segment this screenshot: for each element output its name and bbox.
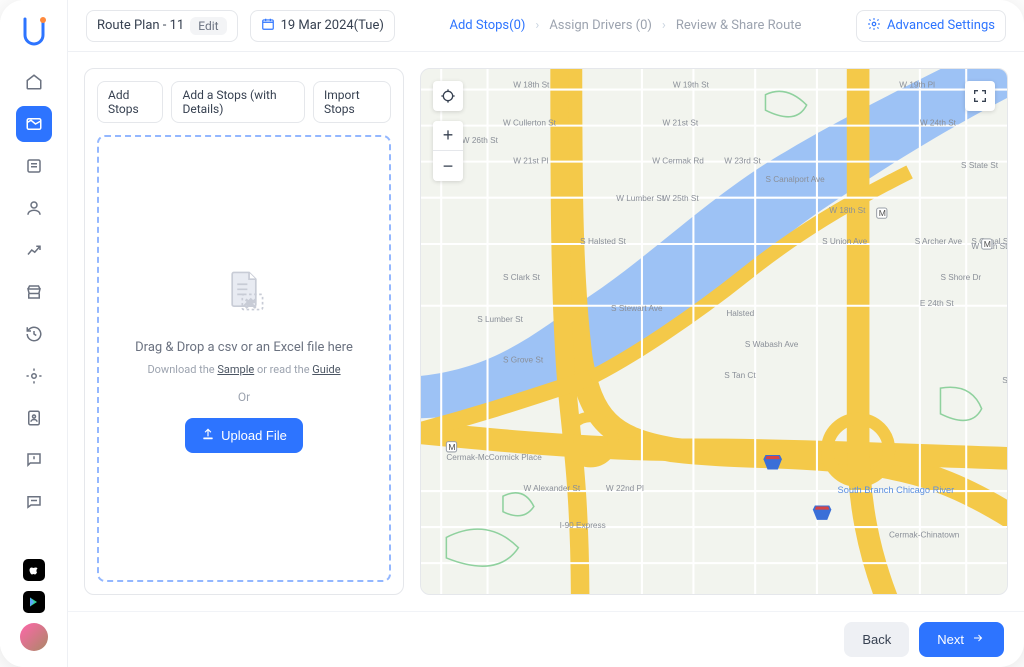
breadcrumbs: Add Stops(0) › Assign Drivers (0) › Revi…: [407, 18, 844, 33]
guide-link[interactable]: Guide: [312, 363, 340, 376]
svg-text:W 21st St: W 21st St: [663, 119, 699, 128]
next-label: Next: [937, 632, 964, 647]
map-canvas[interactable]: W 18th St W 19th St W 19th Pl W Cullerton S…: [421, 69, 1007, 594]
app-logo: [18, 16, 50, 48]
nav-store[interactable]: [16, 274, 52, 310]
nav-chat[interactable]: [16, 484, 52, 520]
svg-text:W 26th St: W 26th St: [462, 136, 499, 145]
document-upload-icon: [217, 264, 271, 322]
sample-link[interactable]: Sample: [217, 363, 254, 376]
tab-import-stops[interactable]: Import Stops: [313, 81, 391, 123]
map-locate-button[interactable]: [433, 81, 463, 111]
nav-user[interactable]: [16, 190, 52, 226]
nav-routes[interactable]: [16, 106, 52, 142]
svg-text:S Wabash Ave: S Wabash Ave: [745, 340, 799, 349]
next-button[interactable]: Next: [919, 622, 1004, 657]
svg-text:S Clark St: S Clark St: [503, 273, 541, 282]
svg-text:S Stewart Ave: S Stewart Ave: [611, 304, 663, 313]
advanced-settings-button[interactable]: Advanced Settings: [856, 10, 1006, 42]
svg-text:W 19th Pl: W 19th Pl: [899, 81, 935, 90]
svg-text:M: M: [448, 443, 455, 453]
svg-text:W 18th St: W 18th St: [513, 81, 550, 90]
svg-text:W 25th St: W 25th St: [663, 194, 700, 203]
date-chip[interactable]: 19 Mar 2024(Tue): [250, 10, 395, 42]
upload-icon: [201, 427, 215, 444]
nav-locate[interactable]: [16, 358, 52, 394]
nav-home[interactable]: [16, 64, 52, 100]
app-store-badge[interactable]: [23, 559, 45, 581]
svg-text:W 21st Pl: W 21st Pl: [513, 157, 548, 166]
svg-text:M: M: [879, 209, 886, 219]
svg-text:S Archer Ave: S Archer Ave: [915, 237, 963, 246]
svg-text:W 18th St: W 18th St: [829, 206, 866, 215]
play-store-badge[interactable]: [23, 591, 45, 613]
svg-text:I-90 Express: I-90 Express: [560, 521, 606, 530]
dropzone-title: Drag & Drop a csv or an Excel file here: [135, 340, 353, 355]
tab-add-stops[interactable]: Add Stops: [97, 81, 163, 123]
svg-text:S Lumber St: S Lumber St: [477, 315, 523, 324]
svg-text:E 24th St: E 24th St: [920, 299, 955, 308]
calendar-icon: [261, 17, 275, 35]
edit-plan-button[interactable]: Edit: [190, 17, 226, 35]
stops-panel: Add Stops Add a Stops (with Details) Imp…: [84, 68, 404, 595]
gear-icon: [867, 17, 881, 35]
topbar: Route Plan - 11 Edit 19 Mar 2024(Tue) Ad…: [68, 0, 1024, 52]
map-zoom-control: + −: [433, 121, 463, 181]
svg-text:S Shore Dr: S Shore Dr: [940, 273, 981, 282]
advanced-settings-label: Advanced Settings: [887, 18, 995, 33]
svg-text:S Halsted St: S Halsted St: [580, 237, 626, 246]
user-avatar[interactable]: [20, 623, 48, 651]
svg-text:W 24th St: W 24th St: [920, 119, 957, 128]
dropzone[interactable]: Drag & Drop a csv or an Excel file here …: [97, 135, 391, 582]
svg-text:Halsted: Halsted: [726, 309, 754, 318]
svg-text:S Brown St: S Brown St: [1002, 376, 1007, 385]
svg-text:W Cullerton St: W Cullerton St: [503, 119, 557, 128]
svg-text:W 22nd Pl: W 22nd Pl: [606, 484, 644, 493]
svg-text:S State St: S State St: [961, 161, 999, 170]
map-zoom-in-button[interactable]: +: [433, 121, 463, 151]
svg-text:Cermak-McCormick Place: Cermak-McCormick Place: [446, 453, 542, 462]
map-fullscreen-button[interactable]: [965, 81, 995, 111]
main: Route Plan - 11 Edit 19 Mar 2024(Tue) Ad…: [68, 0, 1024, 667]
nav-contacts[interactable]: [16, 400, 52, 436]
chevron-right-icon: ›: [662, 18, 666, 33]
dropzone-subtitle: Download the Sample or read the Guide: [147, 363, 340, 376]
content: Add Stops Add a Stops (with Details) Imp…: [68, 52, 1024, 611]
svg-text:Cermak-Chinatown: Cermak-Chinatown: [889, 530, 960, 539]
svg-text:W 23rd St: W 23rd St: [724, 157, 761, 166]
svg-text:S Canalport Ave: S Canalport Ave: [765, 175, 825, 184]
dropzone-or: Or: [238, 390, 250, 404]
upload-file-label: Upload File: [221, 428, 287, 443]
svg-text:W 19th St: W 19th St: [673, 81, 710, 90]
sidebar-bottom: [20, 559, 48, 651]
svg-text:W Cermak Rd: W Cermak Rd: [652, 157, 704, 166]
svg-text:M: M: [984, 240, 991, 250]
tab-add-details[interactable]: Add a Stops (with Details): [171, 81, 304, 123]
footer: Back Next: [68, 611, 1024, 667]
map-zoom-out-button[interactable]: −: [433, 151, 463, 181]
tabs: Add Stops Add a Stops (with Details) Imp…: [97, 81, 391, 123]
chevron-right-icon: ›: [535, 18, 539, 33]
route-plan-chip[interactable]: Route Plan - 11 Edit: [86, 10, 238, 42]
svg-text:South Branch Chicago River: South Branch Chicago River: [838, 485, 955, 495]
svg-text:W Alexander St: W Alexander St: [524, 484, 581, 493]
svg-text:W Lumber St: W Lumber St: [616, 194, 665, 203]
crumb-add-stops[interactable]: Add Stops(0): [449, 18, 525, 33]
nav-list[interactable]: [16, 148, 52, 184]
crumb-assign-drivers[interactable]: Assign Drivers (0): [549, 18, 652, 33]
crumb-review[interactable]: Review & Share Route: [676, 18, 802, 33]
svg-text:S Union Ave: S Union Ave: [822, 237, 868, 246]
sidebar: [0, 0, 68, 667]
svg-text:S Tan Ct: S Tan Ct: [724, 371, 756, 380]
map-container[interactable]: W 18th St W 19th St W 19th Pl W Cullerton S…: [420, 68, 1008, 595]
nav-history[interactable]: [16, 316, 52, 352]
upload-file-button[interactable]: Upload File: [185, 418, 303, 453]
nav-analytics[interactable]: [16, 232, 52, 268]
date-text: 19 Mar 2024(Tue): [281, 18, 384, 33]
svg-text:S Grove St: S Grove St: [503, 355, 544, 364]
nav-feedback[interactable]: [16, 442, 52, 478]
back-button[interactable]: Back: [844, 622, 909, 657]
arrow-right-icon: [970, 632, 986, 647]
route-plan-name: Route Plan - 11: [97, 18, 184, 33]
